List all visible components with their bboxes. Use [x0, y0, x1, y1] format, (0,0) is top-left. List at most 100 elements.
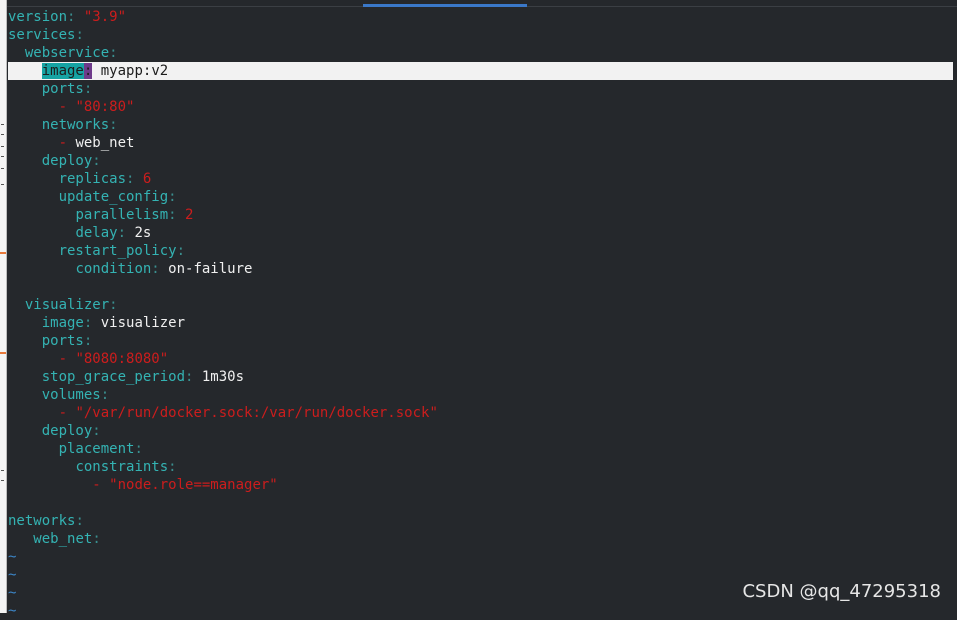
- code-line[interactable]: deploy:: [8, 422, 957, 440]
- code-line[interactable]: [8, 494, 957, 512]
- code-line[interactable]: image: myapp:v2: [8, 62, 957, 80]
- yaml-separator: :: [134, 441, 143, 457]
- yaml-value: 1m30s: [201, 369, 245, 385]
- yaml-value: visualizer: [100, 315, 186, 331]
- yaml-key: image: [41, 315, 84, 331]
- yaml-key: image: [41, 63, 84, 79]
- yaml-key: webservice: [24, 45, 110, 61]
- empty-buffer-line[interactable]: ~: [8, 548, 957, 566]
- strip-dot: [1, 480, 4, 481]
- yaml-key: ports: [41, 333, 84, 349]
- strip-dot: [1, 134, 4, 135]
- code-line[interactable]: constraints:: [8, 458, 957, 476]
- code-line[interactable]: restart_policy:: [8, 242, 957, 260]
- yaml-key: deploy: [41, 153, 93, 169]
- code-line[interactable]: ports:: [8, 332, 957, 350]
- yaml-key: constraints: [75, 459, 169, 475]
- yaml-separator: :: [75, 27, 84, 43]
- yaml-value: myapp:v2: [92, 63, 169, 79]
- code-line[interactable]: parallelism: 2: [8, 206, 957, 224]
- yaml-separator: :: [67, 9, 84, 25]
- yaml-value: "8080:8080": [75, 351, 169, 367]
- yaml-key: networks: [8, 513, 76, 529]
- yaml-separator: :: [185, 369, 202, 385]
- code-line[interactable]: replicas: 6: [8, 170, 957, 188]
- tilde-marker: ~: [8, 567, 17, 583]
- yaml-value: 2s: [134, 225, 152, 241]
- yaml-separator: :: [92, 531, 101, 547]
- code-line[interactable]: visualizer:: [8, 296, 957, 314]
- yaml-key: update_config: [58, 189, 169, 205]
- code-line[interactable]: condition: on-failure: [8, 260, 957, 278]
- strip-dot: [1, 184, 4, 185]
- yaml-separator: :: [176, 243, 186, 259]
- code-line[interactable]: stop_grace_period: 1m30s: [8, 368, 957, 386]
- yaml-separator: :: [109, 117, 118, 133]
- code-line[interactable]: volumes:: [8, 386, 957, 404]
- tilde-marker: ~: [8, 603, 17, 619]
- code-line[interactable]: update_config:: [8, 188, 957, 206]
- code-line[interactable]: web_net:: [8, 530, 957, 548]
- code-line[interactable]: networks:: [8, 116, 957, 134]
- code-line[interactable]: [8, 278, 957, 296]
- code-line[interactable]: deploy:: [8, 152, 957, 170]
- code-line[interactable]: placement:: [8, 440, 957, 458]
- vim-editor[interactable]: version: "3.9" services: webservice: imag…: [8, 8, 957, 620]
- strip-dot: [1, 146, 4, 147]
- yaml-separator: :: [83, 315, 101, 331]
- yaml-separator: :: [75, 513, 84, 529]
- code-line[interactable]: - "/var/run/docker.sock:/var/run/docker.…: [8, 404, 957, 422]
- yaml-key: web_net: [33, 531, 93, 547]
- yaml-value: 6: [142, 171, 152, 187]
- yaml-separator: :: [168, 207, 186, 223]
- code-line[interactable]: ports:: [8, 80, 957, 98]
- code-line[interactable]: webservice:: [8, 44, 957, 62]
- code-line[interactable]: version: "3.9": [8, 8, 957, 26]
- cursor-line-content: image: myapp:v2: [8, 63, 169, 79]
- left-window-strip: [0, 0, 7, 613]
- yaml-separator: :: [83, 333, 93, 349]
- code-line[interactable]: - "8080:8080": [8, 350, 957, 368]
- empty-buffer-line[interactable]: ~: [8, 602, 957, 620]
- yaml-value: 2: [185, 207, 194, 223]
- yaml-separator: :: [100, 387, 110, 403]
- code-line[interactable]: - "node.role==manager": [8, 476, 957, 494]
- strip-dot: [1, 168, 4, 169]
- yaml-key: parallelism: [75, 207, 169, 223]
- code-line[interactable]: services:: [8, 26, 957, 44]
- yaml-value: on-failure: [168, 261, 253, 277]
- yaml-separator: :: [126, 171, 143, 187]
- code-line[interactable]: - web_net: [8, 134, 957, 152]
- strip-accent-mark: [0, 252, 6, 254]
- code-line[interactable]: networks:: [8, 512, 957, 530]
- yaml-key: restart_policy: [58, 243, 177, 259]
- list-dash: -: [58, 351, 76, 367]
- yaml-separator: :: [151, 261, 169, 277]
- yaml-value: "node.role==manager": [109, 477, 278, 493]
- yaml-key: ports: [41, 81, 84, 97]
- yaml-value: web_net: [75, 135, 135, 151]
- code-line[interactable]: delay: 2s: [8, 224, 957, 242]
- code-line[interactable]: image: visualizer: [8, 314, 957, 332]
- list-dash: -: [58, 405, 76, 421]
- active-tab-indicator[interactable]: [363, 4, 527, 7]
- yaml-key: condition: [75, 261, 152, 277]
- yaml-separator: :: [168, 459, 177, 475]
- code-line[interactable]: - "80:80": [8, 98, 957, 116]
